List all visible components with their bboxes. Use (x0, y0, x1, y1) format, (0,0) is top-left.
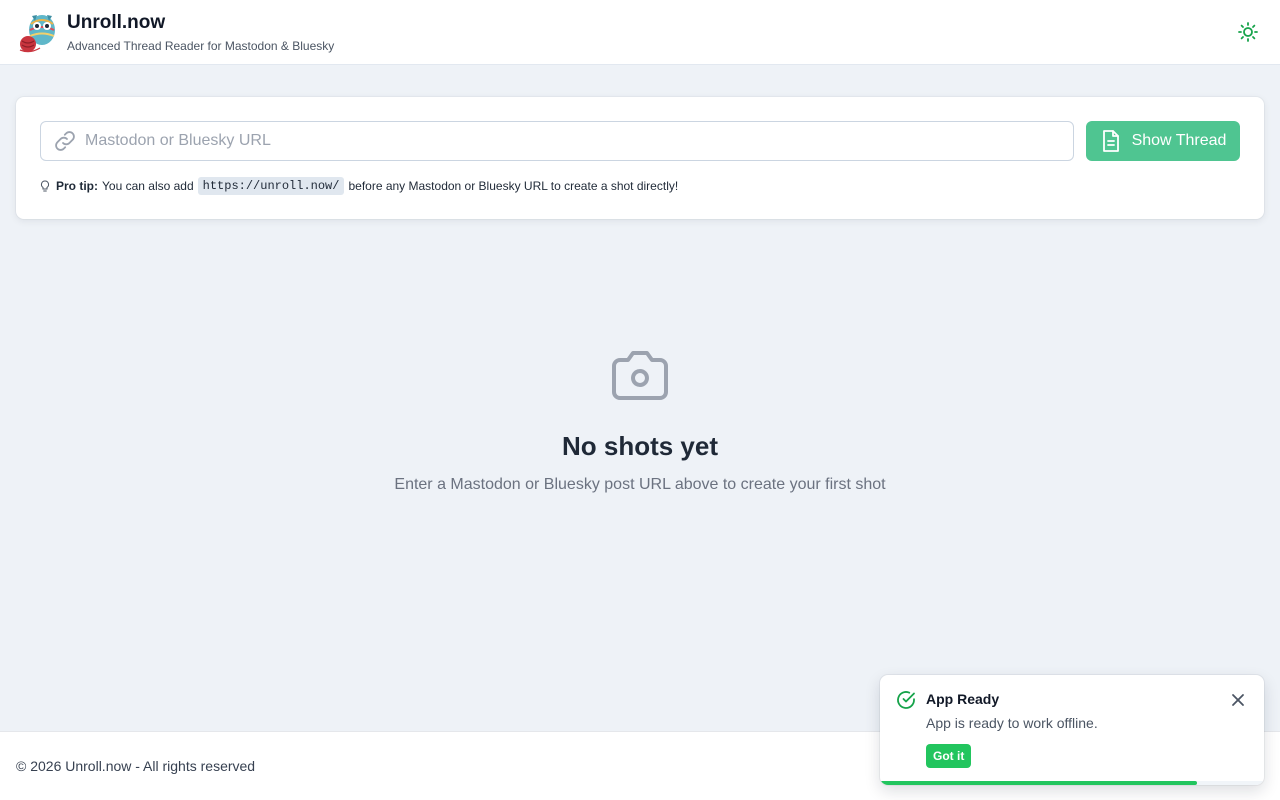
url-input[interactable] (85, 122, 1073, 160)
empty-state-message: Enter a Mastodon or Bluesky post URL abo… (394, 476, 886, 493)
pro-tip-text-before: You can also add (102, 179, 194, 193)
lightbulb-icon (40, 179, 50, 191)
camera-icon (612, 351, 668, 400)
link-icon (55, 131, 75, 151)
show-thread-label: Show Thread (1131, 132, 1227, 149)
url-input-container[interactable] (40, 121, 1074, 161)
toast-progress-bar (880, 781, 1197, 785)
pro-tip-text-after: before any Mastodon or Bluesky URL to cr… (348, 179, 679, 193)
sun-icon (1238, 22, 1258, 42)
search-card: Show Thread Pro tip: You can also add ht… (16, 97, 1264, 219)
app-title[interactable]: Unroll.now (67, 12, 334, 34)
document-icon (1102, 130, 1119, 152)
app-subtitle: Advanced Thread Reader for Mastodon & Bl… (67, 38, 335, 53)
close-icon[interactable] (1230, 692, 1246, 708)
copyright-text: © 2026 Unroll.now - All rights reserved (16, 758, 256, 774)
app-header: Unroll.now Advanced Thread Reader for Ma… (0, 0, 1280, 65)
toast-message: App is ready to work offline. (926, 715, 1098, 731)
theme-toggle-button[interactable] (1232, 16, 1264, 48)
mascot-logo-icon[interactable] (16, 10, 60, 54)
show-thread-button[interactable]: Show Thread (1086, 121, 1240, 161)
pro-tip-label: Pro tip: (56, 179, 98, 193)
got-it-button[interactable]: Got it (926, 744, 972, 768)
empty-state-title: No shots yet (561, 431, 719, 461)
check-circle-icon (897, 691, 915, 709)
empty-state: No shots yet Enter a Mastodon or Bluesky… (0, 350, 1280, 494)
pro-tip: Pro tip: You can also add https://unroll… (40, 177, 678, 195)
pro-tip-code: https://unroll.now/ (197, 177, 345, 195)
toast-title: App Ready (926, 691, 1000, 707)
toast-progress-track (880, 781, 1264, 785)
app-ready-toast: App Ready App is ready to work offline. … (880, 675, 1264, 785)
